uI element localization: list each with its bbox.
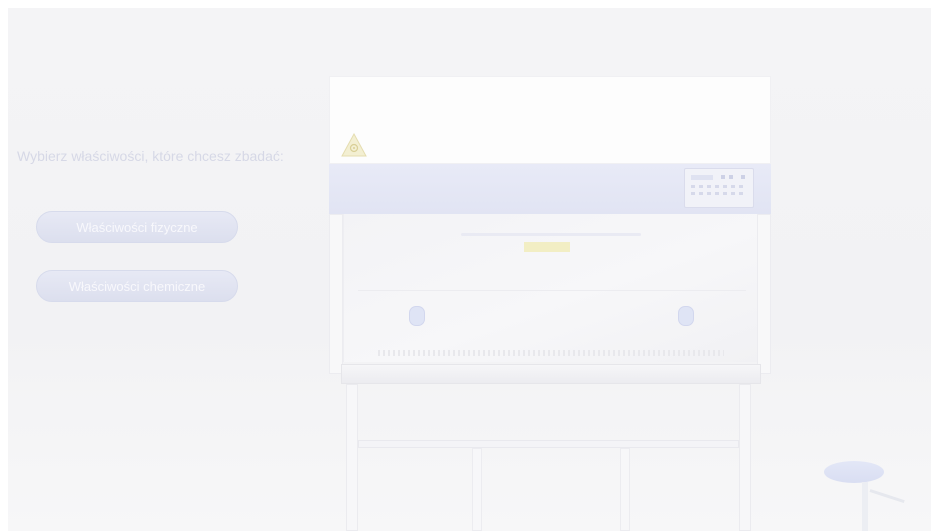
lab-scene: Wybierz właściwości, które chcesz zbadać…: [8, 8, 931, 531]
control-buttons-row: [691, 192, 747, 195]
control-indicator: [729, 175, 733, 179]
control-indicator: [741, 175, 745, 179]
uv-lamp: [461, 233, 641, 236]
valve-knob-right: [678, 306, 694, 326]
valve-knob-left: [409, 306, 425, 326]
control-buttons-row: [691, 185, 747, 188]
chemical-properties-label: Właściwości chemiczne: [68, 278, 206, 294]
cabinet-post-right: [757, 214, 771, 374]
cabinet-top: [329, 76, 771, 164]
stand-inner-leg: [620, 448, 630, 531]
physical-properties-label: Właściwości fizyczne: [76, 219, 198, 235]
control-indicator: [721, 175, 725, 179]
work-shelf: [341, 364, 761, 384]
stand-leg-left: [346, 384, 358, 531]
stool-lever: [869, 489, 905, 504]
stand-leg-right: [739, 384, 751, 531]
physical-properties-button[interactable]: Właściwości fizyczne: [36, 211, 238, 243]
sash-divider: [358, 290, 746, 291]
stool-pole: [862, 482, 868, 531]
chemical-properties-button[interactable]: Właściwości chemiczne: [36, 270, 238, 302]
prompt-text: Wybierz właściwości, które chcesz zbadać…: [17, 148, 284, 164]
stand-rail: [358, 440, 739, 448]
stand-inner-leg: [472, 448, 482, 531]
stool-seat: [824, 461, 884, 483]
yellow-label: [524, 242, 570, 252]
biohazard-warning-icon: [341, 133, 367, 157]
control-panel: [684, 168, 754, 208]
cabinet-post-left: [329, 214, 343, 374]
air-grate: [378, 350, 724, 356]
cabinet-glass: [343, 214, 759, 362]
control-display: [691, 175, 713, 180]
